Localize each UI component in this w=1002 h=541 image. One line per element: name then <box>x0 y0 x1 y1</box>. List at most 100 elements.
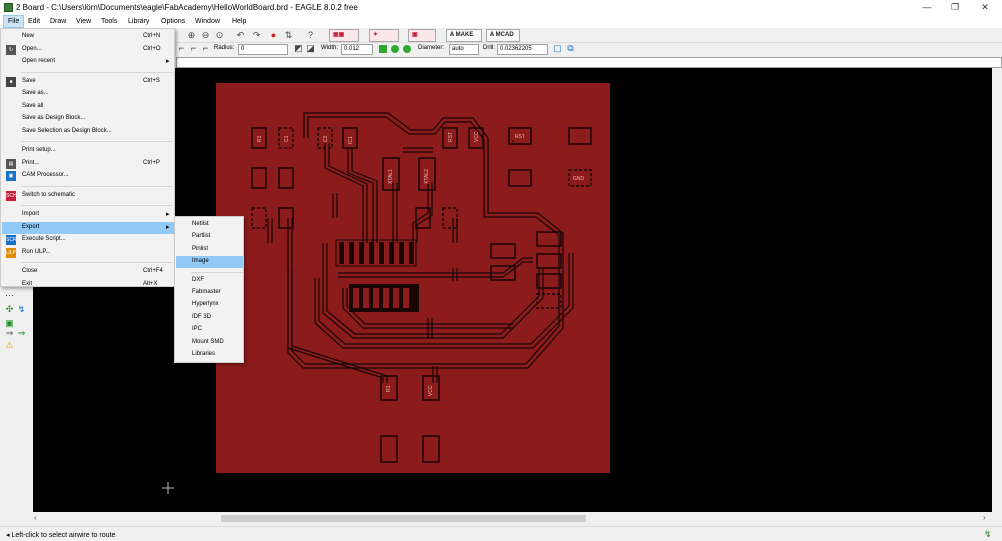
file-menu-save[interactable]: ■ Save Ctrl+S <box>2 76 174 88</box>
autorouter-icon[interactable]: ↯ <box>16 304 27 315</box>
export-menu-image[interactable]: Image <box>176 256 243 269</box>
file-menu-print[interactable]: ▤ Print... Ctrl+P <box>2 158 174 170</box>
menu-item-label: Print... <box>22 159 40 166</box>
help-icon[interactable]: ? <box>305 30 316 41</box>
menu-window[interactable]: Window <box>191 15 224 28</box>
ratsnest-icon[interactable]: ⇒ <box>16 328 27 339</box>
make-button[interactable]: Ѧ MAKE <box>446 29 482 42</box>
maximize-button[interactable]: ❐ <box>940 0 970 15</box>
drill-select[interactable]: 0.02362205 <box>497 44 548 55</box>
miter-round-icon[interactable]: ◪ <box>305 43 316 54</box>
redo-icon[interactable]: ↷ <box>251 30 262 41</box>
errors-icon[interactable]: ⚠ <box>4 340 15 351</box>
diameter-label: Diameter: <box>418 45 445 51</box>
file-menu-save-selection-as-design-block[interactable]: Save Selection as Design Block... <box>2 126 174 138</box>
file-menu-save-all[interactable]: Save all <box>2 101 174 113</box>
pcb-label-rst2: RST <box>515 134 525 140</box>
file-menu-open-recent[interactable]: Open recent ▸ <box>2 56 174 68</box>
menu-item-shortcut: Ctrl+N <box>143 33 161 39</box>
menu-tools[interactable]: Tools <box>97 15 121 28</box>
push-to-fusion-button[interactable]: ▣ <box>408 29 436 42</box>
command-line-input[interactable] <box>176 57 1002 68</box>
file-menu-cam-processor[interactable]: ▣ CAM Processor... <box>2 170 174 182</box>
menu-options[interactable]: Options <box>157 15 189 28</box>
export-menu-netlist[interactable]: Netlist <box>176 219 243 231</box>
save-icon: ■ <box>6 76 16 87</box>
menu-library[interactable]: Library <box>124 15 153 28</box>
menu-item-label: Close <box>22 268 38 274</box>
export-menu-libraries[interactable]: Libraries <box>176 349 243 361</box>
route-icon[interactable]: ⋯ <box>4 290 15 301</box>
submenu-arrow-icon: ▸ <box>166 58 170 65</box>
menu-file[interactable]: File <box>3 15 25 28</box>
layer-color-icon[interactable] <box>379 45 387 53</box>
bend-style-icon[interactable]: ⌐ <box>176 43 187 54</box>
radius-select[interactable]: 0 <box>238 44 288 55</box>
ripup-icon[interactable]: ✣ <box>4 304 15 315</box>
export-menu-ipc[interactable]: IPC <box>176 324 243 336</box>
file-menu-switch-to-schematic[interactable]: SCH Switch to schematic <box>2 190 174 202</box>
scroll-left-icon[interactable]: ‹ <box>34 513 37 522</box>
zoom-select-icon[interactable]: ⊙ <box>214 30 225 41</box>
status-message: Left-click to select airwire to route <box>11 532 116 539</box>
menu-edit[interactable]: Edit <box>24 15 44 28</box>
export-menu-partlist[interactable]: Partlist <box>176 231 243 243</box>
menu-item-label: Image <box>192 258 209 265</box>
menu-item-label: Libraries <box>192 351 216 357</box>
export-menu-fabmaster[interactable]: Fabmaster <box>176 287 243 299</box>
via-octagon-icon[interactable] <box>403 45 411 53</box>
via-round-icon[interactable] <box>391 45 399 53</box>
vertical-scrollbar[interactable] <box>992 68 1002 512</box>
zoom-in-icon[interactable]: ⊕ <box>186 30 197 41</box>
width-select[interactable]: 0.012 <box>341 44 373 55</box>
file-menu-execute-script[interactable]: SCR Execute Script... <box>2 234 174 246</box>
script-icon: SCR <box>6 235 17 245</box>
file-menu-open[interactable]: ↻ Open... Ctrl+O <box>2 44 174 56</box>
fusion-sync-button[interactable]: ✦ <box>369 29 399 42</box>
menu-draw[interactable]: Draw <box>46 15 70 28</box>
pcb-label-vcc-top: VCC <box>474 131 480 142</box>
horizontal-scrollbar[interactable]: ‹ › <box>33 512 992 524</box>
optimize-icon[interactable]: ⇒ <box>4 328 15 339</box>
file-menu-run-ulp[interactable]: ULP Run ULP... <box>2 247 174 259</box>
zoom-out-icon[interactable]: ⊖ <box>200 30 211 41</box>
cam-icon: ▣ <box>6 171 16 181</box>
stack-via-icon[interactable]: ⧉ <box>565 43 576 54</box>
file-menu-save-as-design-block[interactable]: Save as Design Block... <box>2 113 174 125</box>
menu-item-label: Fabmaster <box>192 289 221 295</box>
ratsnest-status-icon[interactable]: ↯ <box>984 529 992 540</box>
file-menu-new[interactable]: New Ctrl+N <box>2 31 174 43</box>
close-button[interactable]: ✕ <box>970 0 1000 15</box>
file-menu-save-as[interactable]: Save as... <box>2 88 174 100</box>
auto-via-icon[interactable]: ▢ <box>552 43 563 54</box>
menu-view[interactable]: View <box>72 15 95 28</box>
export-menu-dxf[interactable]: DXF <box>176 275 243 287</box>
horizontal-scroll-thumb[interactable] <box>221 515 586 522</box>
menu-help[interactable]: Help <box>228 15 250 28</box>
undo-icon[interactable]: ↶ <box>235 30 246 41</box>
export-menu-hyperlynx[interactable]: Hyperlynx <box>176 299 243 311</box>
file-menu-print-setup[interactable]: Print setup... <box>2 145 174 157</box>
bend-style-2-icon[interactable]: ⌐ <box>188 43 199 54</box>
export-menu-pinlist[interactable]: Pinlist <box>176 244 243 256</box>
design-link-button[interactable]: ▣▣ <box>329 29 359 42</box>
mcad-button[interactable]: Ѧ MCAD <box>486 29 520 42</box>
stop-icon[interactable]: ● <box>268 30 279 41</box>
minimize-button[interactable]: — <box>912 0 942 15</box>
file-menu-import[interactable]: Import ▸ <box>2 209 174 221</box>
width-label: Width: <box>321 45 339 51</box>
file-menu-close[interactable]: Close Ctrl+F4 <box>2 266 174 278</box>
go-icon[interactable]: ⇅ <box>283 30 294 41</box>
file-menu-export[interactable]: Export ▸ <box>2 221 174 234</box>
menu-separator <box>21 141 173 142</box>
diameter-select[interactable]: auto <box>449 44 479 55</box>
crosshair-cursor <box>162 482 174 494</box>
scroll-right-icon[interactable]: › <box>983 513 986 522</box>
file-menu-exit[interactable]: Exit Alt+X <box>2 279 174 291</box>
export-menu-idf-3d[interactable]: IDF 3D <box>176 312 243 324</box>
menu-item-label: Run ULP... <box>22 248 51 255</box>
bend-style-3-icon[interactable]: ⌐ <box>200 43 211 54</box>
menu-item-label: Mount SMD <box>192 338 224 345</box>
export-menu-mount-smd[interactable]: Mount SMD <box>176 337 243 349</box>
miter-icon[interactable]: ◩ <box>293 43 304 54</box>
